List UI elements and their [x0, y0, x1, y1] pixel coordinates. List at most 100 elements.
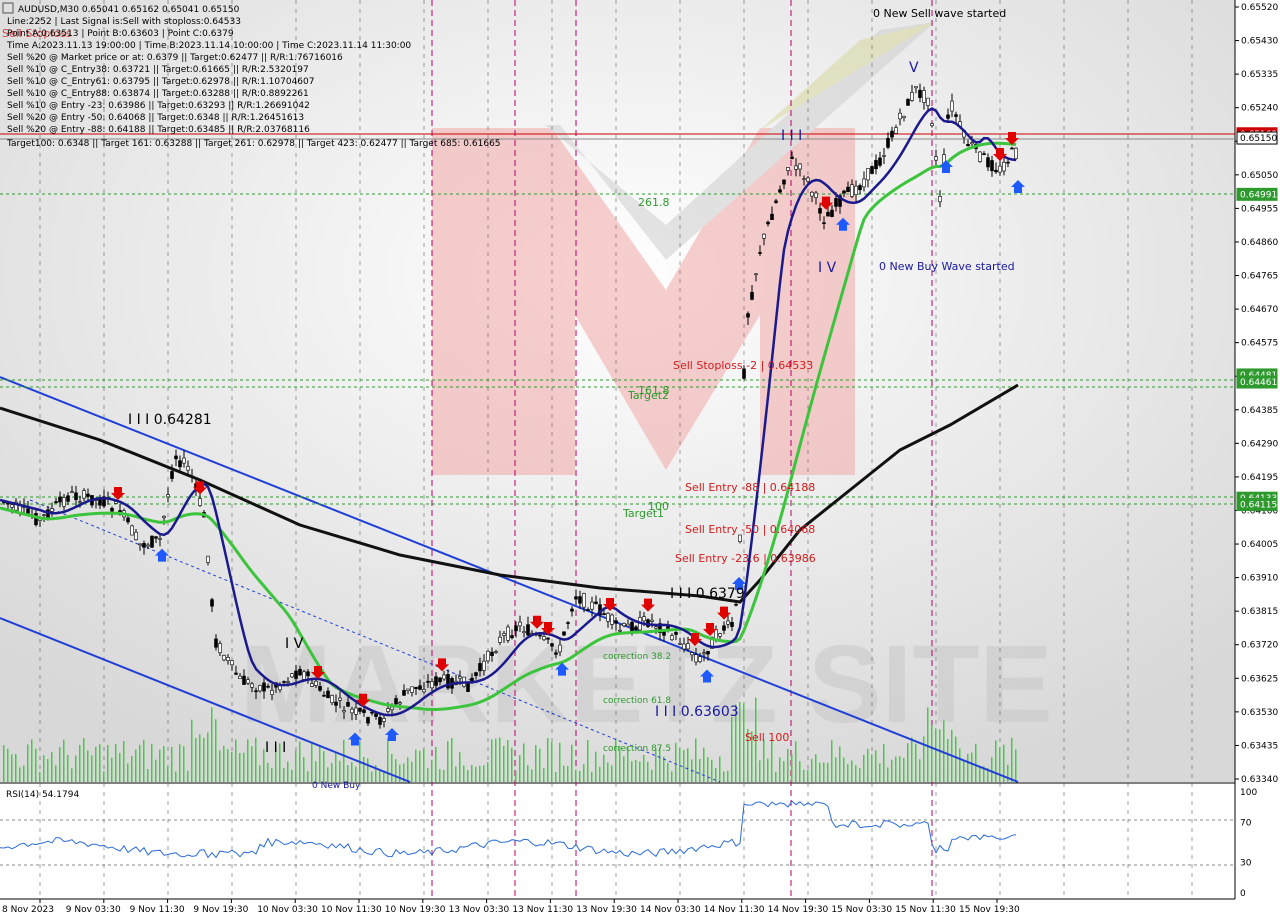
- volume-bar: [819, 762, 821, 782]
- price-tick-label: 0.64385: [1241, 406, 1278, 416]
- candle-body: [934, 156, 938, 161]
- candle-body: [910, 92, 914, 101]
- candle-body: [846, 186, 850, 193]
- volume-bar: [159, 749, 161, 782]
- volume-bar: [67, 755, 69, 782]
- price-tick-label: 0.64290: [1241, 439, 1278, 449]
- candle-body: [510, 635, 514, 639]
- volume-bar: [683, 750, 685, 782]
- time-tick-label: 15 Nov 03:30: [831, 905, 892, 915]
- candle-body: [266, 685, 270, 688]
- candle-body: [878, 157, 882, 166]
- candle-body: [458, 676, 462, 679]
- volume-bar: [891, 759, 893, 782]
- new-sell-wave-label: 0 New Sell wave started: [873, 7, 1006, 20]
- candle-body: [730, 622, 734, 627]
- info-line: Point A:0.63513 | Point B:0.63603 | Poin…: [7, 29, 234, 39]
- volume-bar: [299, 741, 301, 782]
- candle-body: [862, 178, 866, 188]
- volume-bar: [567, 766, 569, 782]
- wave-v-right: V: [909, 60, 919, 76]
- candle-body: [746, 313, 750, 318]
- candle-body: [182, 457, 186, 464]
- time-tick-label: 13 Nov 03:30: [449, 905, 510, 915]
- candle-body: [394, 698, 398, 705]
- watermark-text: MARKETZ SITE: [240, 623, 1053, 746]
- price-tick-label: 0.64955: [1241, 204, 1278, 214]
- candle-body: [174, 455, 178, 460]
- price-tick-label: 0.64860: [1241, 238, 1278, 248]
- candle-body: [354, 707, 358, 715]
- candle-body: [238, 675, 242, 679]
- volume-bar: [991, 757, 993, 782]
- candle-body: [778, 189, 782, 193]
- volume-bar: [111, 757, 113, 782]
- candle-body: [850, 184, 854, 197]
- volume-bar: [175, 771, 177, 782]
- price-axis: 0.65520 0.65430 0.65335 0.65240 0.65150 0.650…: [1235, 3, 1278, 785]
- candle-body: [262, 682, 266, 692]
- volume-bar: [479, 765, 481, 782]
- candle-body: [198, 498, 202, 506]
- volume-bar: [443, 769, 445, 782]
- volume-bar: [467, 769, 469, 782]
- candle-body: [802, 178, 806, 180]
- volume-bar: [539, 748, 541, 782]
- candle-body: [138, 543, 142, 546]
- candle-body: [230, 660, 234, 666]
- price-tick-label: 0.63720: [1241, 641, 1278, 651]
- candle-body: [498, 636, 502, 643]
- volume-bar: [823, 762, 825, 782]
- candle-body: [222, 655, 226, 661]
- price-tick-label: 0.64195: [1241, 473, 1278, 483]
- volume-bar: [135, 749, 137, 782]
- info-line: Sell %20 @ Entry -50: 0.64068 || Target:…: [7, 113, 304, 123]
- candle-body: [218, 643, 222, 653]
- candle-body: [782, 179, 786, 185]
- candle-body: [722, 625, 726, 631]
- time-tick-label: 9 Nov 19:30: [193, 905, 248, 915]
- volume-bar: [831, 740, 833, 782]
- candle-body: [810, 191, 814, 197]
- candle-body: [938, 196, 942, 203]
- candle-body: [290, 673, 294, 678]
- volume-bar: [855, 765, 857, 782]
- candle-body: [390, 706, 394, 710]
- volume-bar: [767, 758, 769, 782]
- candle-body: [282, 681, 286, 683]
- volume-bar: [519, 755, 521, 782]
- new-buy-wave-label: 0 New Buy Wave started: [879, 260, 1015, 273]
- volume-bar: [123, 740, 125, 782]
- time-tick-label: 14 Nov 11:30: [704, 905, 765, 915]
- volume-bar: [799, 761, 801, 782]
- sell-entry-23-label: Sell Entry -23.6 | 0.63986: [675, 552, 816, 565]
- volume-bar: [835, 757, 837, 782]
- price-tick-label: 0.63435: [1241, 741, 1278, 751]
- price-tick-label: 0.64765: [1241, 272, 1278, 282]
- candle-body: [930, 123, 934, 127]
- candle-body: [866, 168, 870, 181]
- volume-bar: [583, 764, 585, 782]
- volume-bar: [11, 754, 13, 782]
- volume-bar: [471, 764, 473, 782]
- volume-bar: [83, 738, 85, 782]
- volume-bar: [267, 762, 269, 782]
- candle-body: [10, 504, 14, 508]
- candle-body: [110, 507, 114, 512]
- volume-bar: [591, 771, 593, 782]
- volume-bar: [475, 766, 477, 782]
- time-tick-label: 10 Nov 03:30: [257, 905, 318, 915]
- candle-body: [946, 114, 950, 119]
- candle-body: [766, 221, 770, 225]
- price-chart: MARKETZ SITE AUDUSD,M30 0.65041 0.65162 …: [0, 0, 1278, 915]
- candle-body: [346, 701, 350, 707]
- volume-bar: [859, 767, 861, 782]
- volume-bar: [791, 754, 793, 782]
- volume-bar: [883, 743, 885, 782]
- volume-bar: [959, 748, 961, 782]
- candle-body: [770, 213, 774, 220]
- volume-bar: [491, 739, 493, 782]
- volume-bar: [251, 746, 253, 782]
- rsi-tick-label: 100: [1240, 788, 1257, 798]
- candle-body: [986, 157, 990, 168]
